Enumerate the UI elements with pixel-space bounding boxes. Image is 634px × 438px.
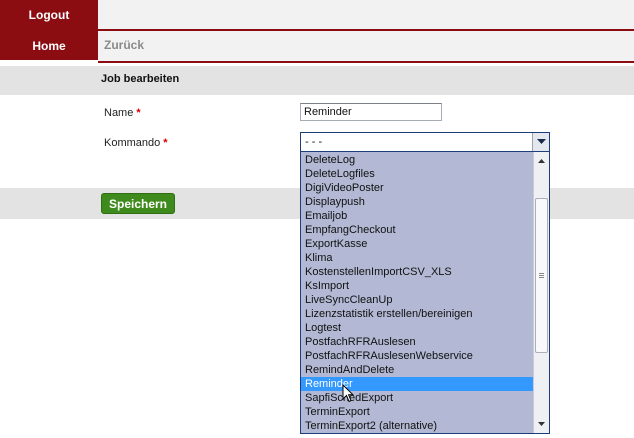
kommando-label: Kommando * — [104, 137, 168, 149]
form-header — [0, 66, 634, 95]
form-title: Job bearbeiten — [101, 73, 180, 85]
dropdown-option[interactable]: Displaypush — [301, 195, 533, 209]
required-marker: * — [163, 137, 168, 149]
logout-label: Logout — [28, 7, 70, 22]
dropdown-option[interactable]: Logtest — [301, 321, 533, 335]
kommando-select[interactable]: - - - — [300, 132, 550, 152]
dropdown-option[interactable]: TerminExport2 (alternative) — [301, 419, 533, 433]
name-label-text: Name — [104, 107, 134, 119]
logout-button[interactable]: Logout — [0, 0, 98, 29]
dropdown-option[interactable]: RemindAndDelete — [301, 363, 533, 377]
dropdown-option[interactable]: LiveSyncCleanUp — [301, 293, 533, 307]
scroll-down-arrow[interactable] — [534, 417, 549, 431]
kommando-selected-value: - - - — [305, 136, 323, 148]
top-bar — [98, 0, 634, 29]
kommando-dropdown-list[interactable]: DeleteLog DeleteLogfiles DigiVideoPoster Di… — [300, 151, 550, 434]
dropdown-option[interactable]: Klima — [301, 251, 533, 265]
scroll-thumb[interactable] — [535, 198, 548, 353]
dropdown-option[interactable]: EmpfangCheckout — [301, 223, 533, 237]
toolbar-divider — [98, 61, 634, 63]
required-marker: * — [136, 107, 141, 119]
chevron-up-icon — [538, 159, 545, 163]
chevron-down-icon — [536, 139, 546, 144]
name-input[interactable] — [300, 103, 442, 121]
dropdown-option[interactable]: DeleteLog — [301, 153, 533, 167]
home-button[interactable]: Home — [0, 31, 98, 60]
home-label: Home — [32, 38, 66, 53]
save-button[interactable]: Speichern — [101, 193, 175, 214]
dropdown-option[interactable]: Reminder — [301, 377, 533, 391]
dropdown-option[interactable]: PostfachRFRAuslesenWebservice — [301, 349, 533, 363]
mouse-pointer-icon — [342, 384, 354, 403]
dropdown-option[interactable]: TerminExport — [301, 405, 533, 419]
dropdown-options: DeleteLog DeleteLogfiles DigiVideoPoster Di… — [301, 153, 533, 433]
dropdown-scrollbar[interactable] — [533, 152, 549, 433]
dropdown-option[interactable]: PostfachRFRAuslesen — [301, 335, 533, 349]
dropdown-option[interactable]: DeleteLogfiles — [301, 167, 533, 181]
dropdown-option[interactable]: SapfiSchedExport — [301, 391, 533, 405]
select-dropdown-button[interactable] — [532, 133, 549, 151]
toolbar — [98, 31, 634, 61]
dropdown-option[interactable]: KostenstellenImportCSV_XLS — [301, 265, 533, 279]
back-link[interactable]: Zurück — [104, 38, 144, 52]
kommando-label-text: Kommando — [104, 137, 161, 149]
dropdown-option[interactable]: KsImport — [301, 279, 533, 293]
grip-icon — [539, 273, 544, 278]
chevron-down-icon — [538, 422, 545, 426]
dropdown-option[interactable]: DigiVideoPoster — [301, 181, 533, 195]
scroll-up-arrow[interactable] — [534, 154, 549, 168]
name-label: Name * — [104, 107, 141, 119]
dropdown-option[interactable]: Lizenzstatistik erstellen/bereinigen — [301, 307, 533, 321]
dropdown-option[interactable]: ExportKasse — [301, 237, 533, 251]
dropdown-option[interactable]: Emailjob — [301, 209, 533, 223]
